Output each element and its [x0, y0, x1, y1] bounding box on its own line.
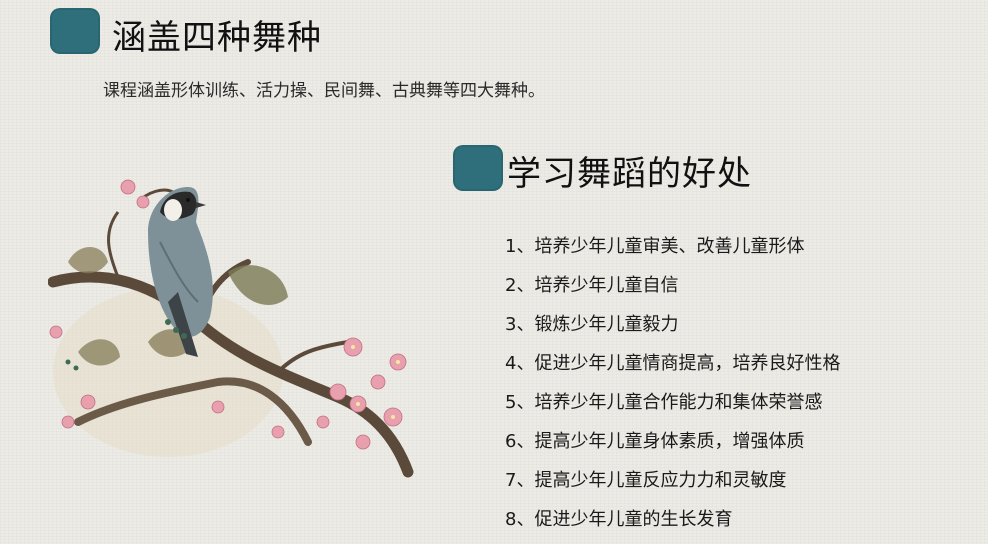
- bird-on-blossom-branch-painting: [48, 179, 414, 478]
- section1-description: 课程涵盖形体训练、活力操、民间舞、古典舞等四大舞种。: [103, 81, 545, 101]
- section1-marker-icon: [50, 8, 100, 54]
- benefit-item: 2、培养少年儿童自信: [505, 275, 679, 296]
- section2-title: 学习舞蹈的好处: [507, 154, 752, 194]
- benefit-item: 4、促进少年儿童情商提高，培养良好性格: [505, 353, 841, 374]
- benefit-item: 1、培养少年儿童审美、改善儿童形体: [505, 236, 805, 257]
- benefits-list: 1、培养少年儿童审美、改善儿童形体 2、培养少年儿童自信 3、锻炼少年儿童毅力 …: [505, 232, 840, 544]
- benefit-item: 5、培养少年儿童合作能力和集体荣誉感: [505, 392, 823, 413]
- section2-marker-icon: [453, 145, 503, 191]
- benefit-item: 7、提高少年儿童反应力力和灵敏度: [505, 470, 787, 491]
- section1-title: 涵盖四种舞种: [112, 18, 322, 58]
- benefit-item: 6、提高少年儿童身体素质，增强体质: [505, 431, 805, 452]
- benefit-item: 3、锻炼少年儿童毅力: [505, 314, 679, 335]
- benefit-item: 8、促进少年儿童的生长发育: [505, 509, 733, 530]
